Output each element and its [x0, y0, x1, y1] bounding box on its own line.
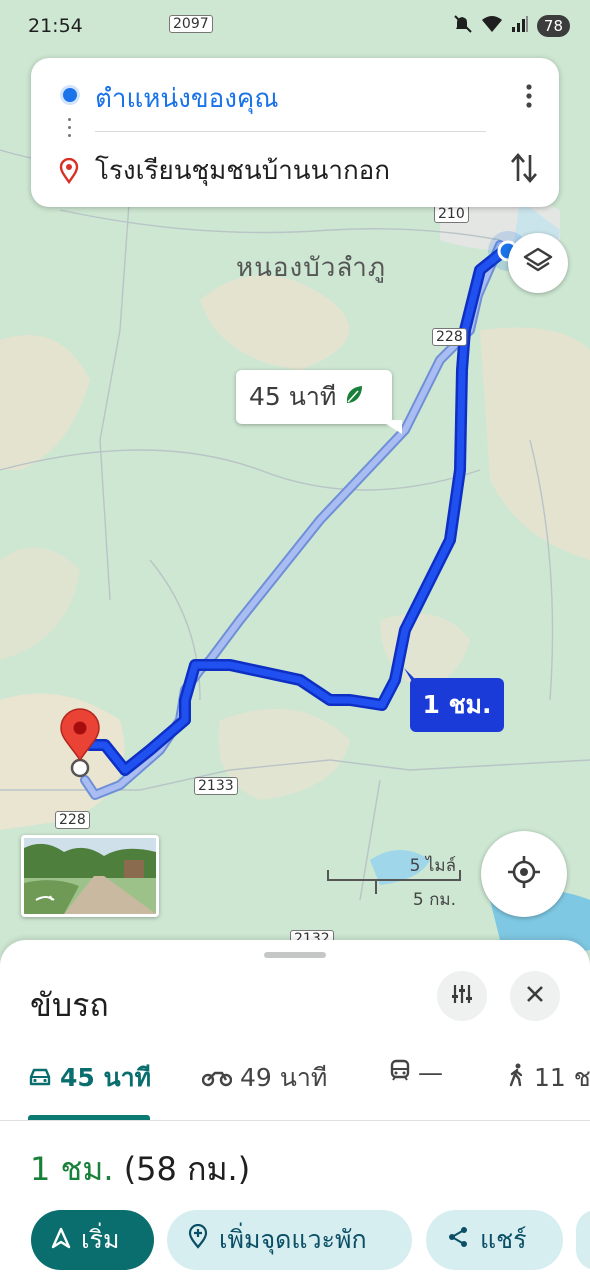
tab-drive[interactable]: 45 นาที	[28, 1058, 151, 1098]
travel-mode-tabs: 45 นาที 49 นาที — 11 ชม.	[0, 1048, 590, 1122]
add-location-icon	[187, 1223, 209, 1256]
summary-time: 1 ชม.	[30, 1150, 114, 1188]
add-stop-button[interactable]: เพิ่มจุดแวะพัก	[167, 1210, 412, 1270]
start-label: เริ่ม	[81, 1225, 120, 1254]
status-time: 21:54	[28, 15, 83, 37]
origin-dot-icon	[63, 88, 77, 102]
walk-icon	[508, 1063, 526, 1093]
mode-label: 45 นาที	[60, 1063, 152, 1092]
route-options-button[interactable]	[437, 971, 487, 1021]
swap-vert-icon[interactable]	[509, 150, 539, 186]
mode-label: 11 ชม.	[534, 1063, 590, 1092]
directions-card: ตำแหน่งของคุณ โรงเรียนชุมชนบ้านนากอก	[31, 58, 559, 207]
share-label: แชร์	[480, 1225, 527, 1254]
place-label: หนองบัวลำภู	[236, 253, 386, 283]
more-vert-icon[interactable]	[517, 80, 541, 112]
car-icon	[28, 1064, 52, 1093]
tune-icon	[450, 982, 474, 1010]
main-callout-tail	[404, 668, 416, 688]
road-badge: 228	[55, 811, 90, 829]
dotted-connector	[68, 118, 72, 146]
scale-miles: 5 ไมล์	[409, 856, 456, 876]
close-button[interactable]	[510, 971, 560, 1021]
start-button[interactable]: เริ่ม	[31, 1210, 154, 1270]
mute-icon	[453, 14, 473, 38]
add-stop-label: เพิ่มจุดแวะพัก	[219, 1225, 367, 1254]
road-badge: 2133	[194, 777, 238, 795]
destination-pin-outline-icon	[59, 157, 79, 188]
street-view-thumbnail[interactable]	[21, 835, 159, 917]
destination-input[interactable]: โรงเรียนชุมชนบ้านนากอก	[95, 150, 390, 191]
map-scale: 5 ไมล์ 5 กม.	[326, 852, 462, 912]
action-buttons: เริ่ม เพิ่มจุดแวะพัก แชร์	[0, 1208, 590, 1272]
status-bar: 21:54 78	[0, 0, 590, 52]
bottom-sheet: ขับรถ 45 นาที 49 นาที — 11 ช 1 ชม. (58 ก…	[0, 940, 590, 1280]
crosshair-icon	[506, 854, 542, 894]
main-route-time: 1 ชม.	[422, 690, 492, 719]
origin-input[interactable]: ตำแหน่งของคุณ	[95, 78, 278, 119]
layers-button[interactable]	[508, 233, 568, 293]
layers-icon	[523, 246, 553, 280]
mode-label: —	[418, 1058, 443, 1087]
motorcycle-icon	[201, 1064, 233, 1093]
more-actions-button[interactable]	[576, 1210, 590, 1270]
my-location-button[interactable]	[481, 831, 567, 917]
battery-indicator: 78	[536, 15, 570, 37]
signal-icon	[511, 15, 529, 37]
drag-handle[interactable]	[264, 952, 326, 958]
main-route-callout[interactable]: 1 ชม.	[410, 678, 504, 732]
wifi-icon	[481, 14, 503, 38]
mode-label: 49 นาที	[240, 1063, 328, 1092]
tab-motorcycle[interactable]: 49 นาที	[201, 1058, 328, 1098]
alternative-route-callout[interactable]: 45 นาที	[236, 370, 392, 424]
route-summary: 1 ชม. (58 กม.)	[30, 1144, 250, 1195]
scale-km: 5 กม.	[412, 890, 456, 910]
divider	[0, 1120, 590, 1121]
sheet-title: ขับรถ	[30, 986, 109, 1024]
tab-transit[interactable]: —	[390, 1058, 443, 1087]
tab-walk[interactable]: 11 ชม.	[508, 1058, 590, 1098]
alt-route-time: 45 นาที	[249, 382, 337, 411]
road-badge: 228	[432, 328, 467, 346]
summary-distance: (58 กม.)	[123, 1150, 251, 1188]
share-icon	[446, 1225, 470, 1255]
road-badge: 210	[434, 205, 469, 223]
navigation-arrow-icon	[51, 1226, 71, 1255]
share-button[interactable]: แชร์	[426, 1210, 563, 1270]
alt-callout-tail	[380, 420, 402, 434]
close-icon	[525, 984, 545, 1008]
divider	[95, 131, 486, 132]
eco-leaf-icon	[344, 383, 364, 412]
transit-icon	[390, 1058, 410, 1087]
